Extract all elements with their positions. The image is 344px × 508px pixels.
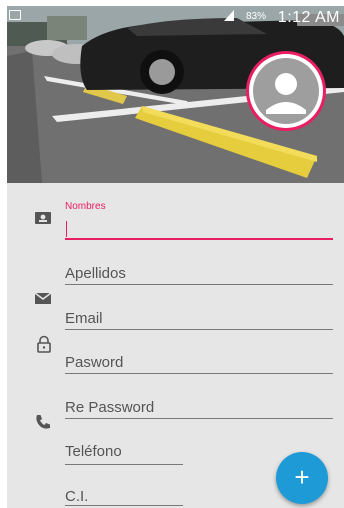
- re-password-label: Re Password: [65, 399, 155, 416]
- profile-photo-button[interactable]: [246, 51, 326, 131]
- contact-card-icon: [35, 212, 51, 224]
- text-cursor: [66, 221, 67, 237]
- telefono-field[interactable]: Teléfono: [65, 443, 183, 467]
- notification-icon: [9, 10, 21, 20]
- ci-field[interactable]: C.I.: [65, 488, 183, 508]
- password-field[interactable]: Pasword: [65, 354, 333, 378]
- lock-icon: [37, 335, 51, 353]
- email-label: Email: [65, 310, 103, 327]
- phone-icon: [36, 415, 50, 429]
- ci-underline: [65, 505, 183, 506]
- re-password-underline: [65, 418, 333, 419]
- apellidos-underline: [65, 284, 333, 285]
- password-underline: [65, 373, 333, 374]
- email-underline: [65, 329, 333, 330]
- apellidos-label: Apellidos: [65, 265, 126, 282]
- status-bar: 83% 1:12 AM: [7, 6, 344, 28]
- nombres-underline: [65, 238, 333, 240]
- telefono-label: Teléfono: [65, 443, 122, 460]
- email-field[interactable]: Email: [65, 310, 333, 334]
- ci-label: C.I.: [65, 488, 89, 505]
- nombres-label: Nombres: [65, 201, 106, 212]
- battery-level: 83%: [245, 11, 266, 22]
- mail-icon: [34, 292, 52, 304]
- nombres-field[interactable]: Nombres: [65, 201, 333, 241]
- add-button[interactable]: +: [276, 452, 328, 504]
- header-photo: 83% 1:12 AM: [7, 6, 344, 183]
- telefono-underline: [65, 464, 183, 465]
- signal-icon: [224, 10, 234, 21]
- password-label: Pasword: [65, 354, 124, 371]
- add-icon: +: [294, 462, 310, 492]
- profile-placeholder-icon: [253, 58, 319, 124]
- app-screen: 83% 1:12 AM Nombres Apellidos Email Pasw…: [7, 6, 344, 508]
- avatar-frame: [249, 54, 323, 128]
- clock: 1:12 AM: [277, 9, 340, 26]
- apellidos-field[interactable]: Apellidos: [65, 265, 333, 289]
- re-password-field[interactable]: Re Password: [65, 399, 333, 423]
